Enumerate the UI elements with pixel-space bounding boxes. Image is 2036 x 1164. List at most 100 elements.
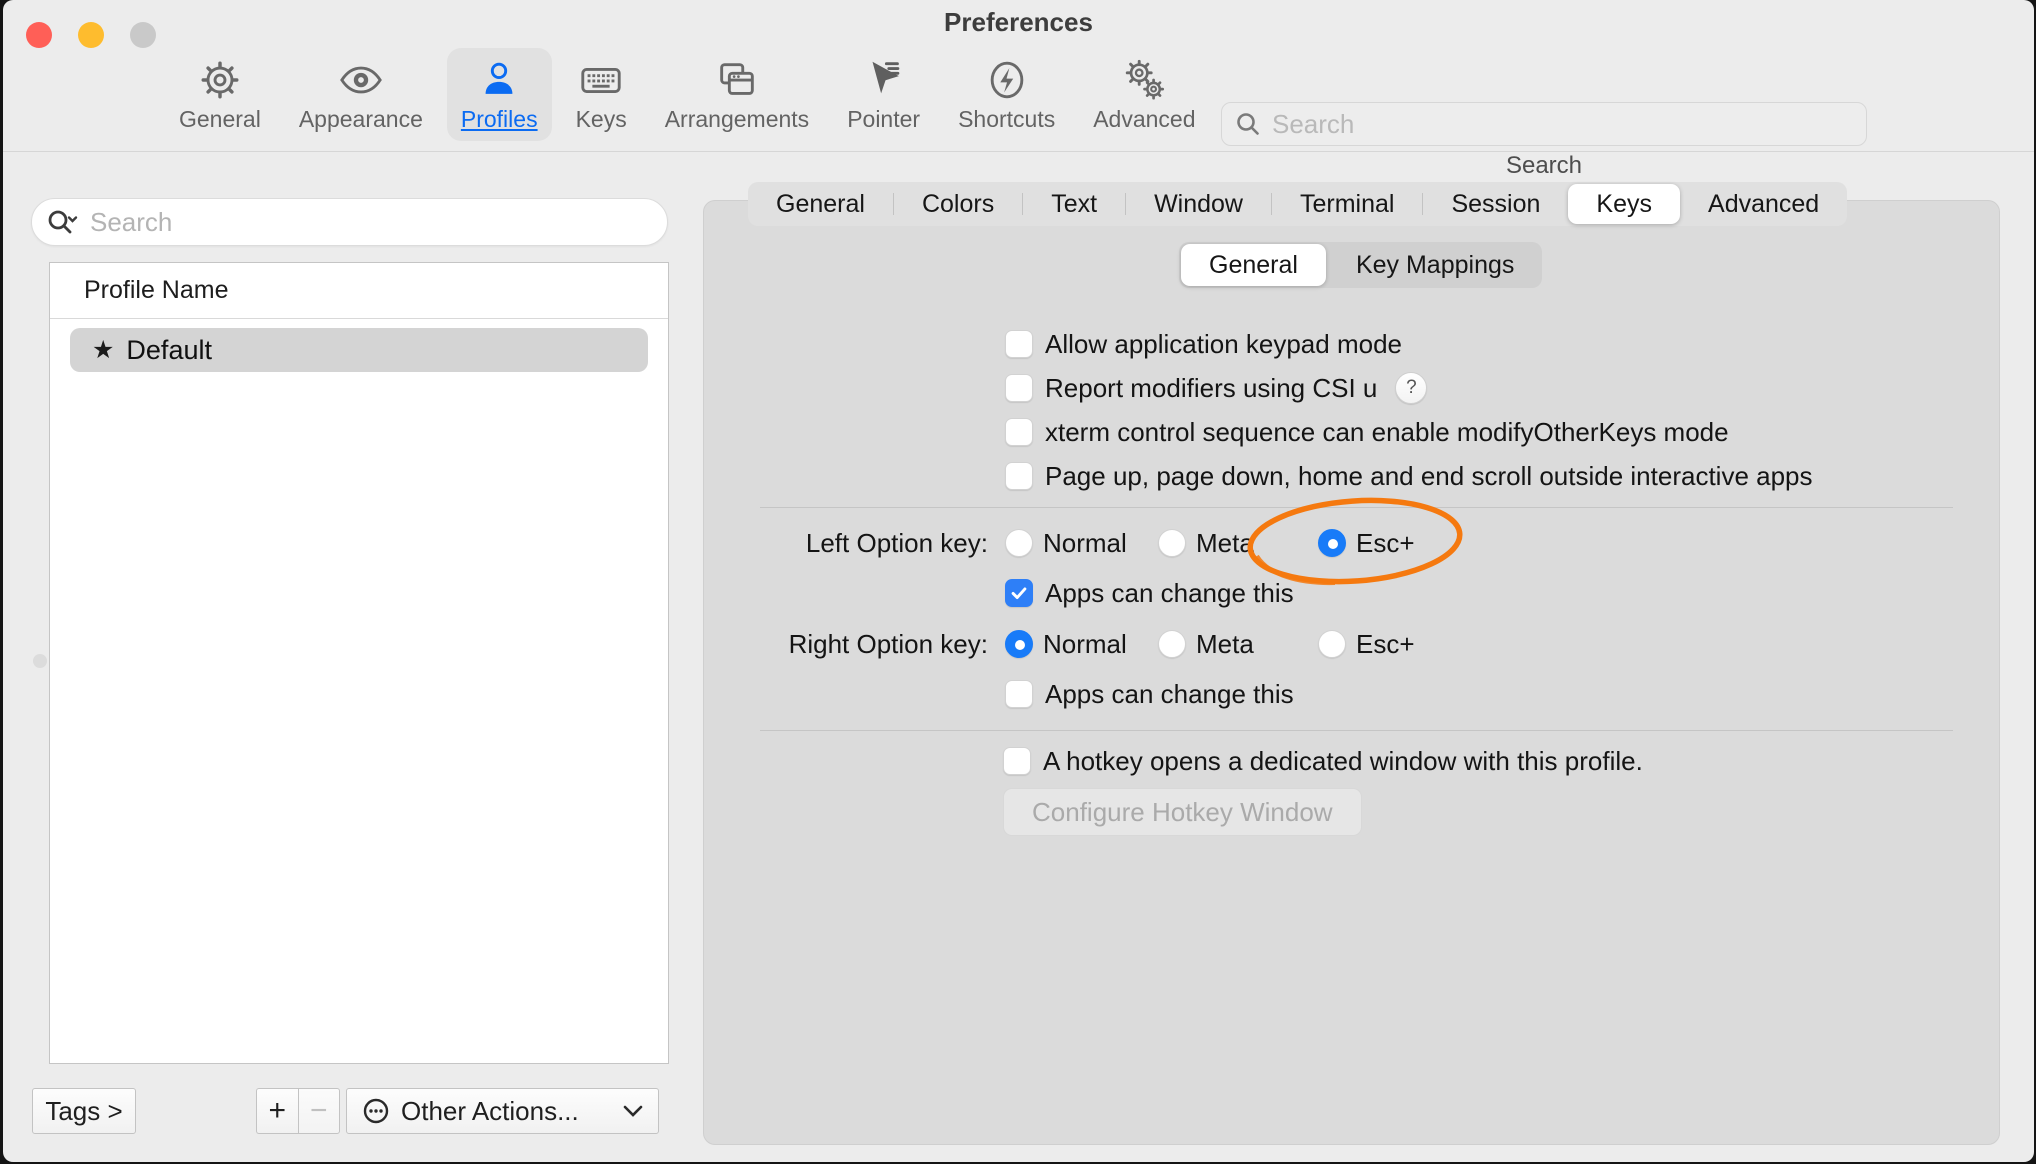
checkbox-label: A hotkey opens a dedicated window with t…	[1043, 746, 1643, 777]
cursor-icon	[860, 56, 908, 104]
toolbar-item-label: Keys	[576, 106, 627, 133]
checkbox-row: A hotkey opens a dedicated window with t…	[1003, 746, 1643, 776]
radio-label: Esc+	[1356, 528, 1415, 559]
radio-label: Normal	[1043, 629, 1127, 660]
checkbox-label: xterm control sequence can enable modify…	[1045, 417, 1729, 448]
remove-profile-button[interactable]: −	[298, 1088, 341, 1134]
tab-text[interactable]: Text	[1023, 182, 1125, 226]
toolbar-item-label: Profiles	[461, 106, 538, 133]
toolbar-item-shortcuts[interactable]: Shortcuts	[944, 48, 1069, 141]
checkbox-label: Apps can change this	[1045, 679, 1294, 710]
profile-tabbar: General Colors Text Window Terminal Sess…	[748, 182, 1847, 226]
right-option-normal-radio[interactable]	[1005, 630, 1033, 658]
page-scroll-checkbox[interactable]	[1005, 462, 1033, 490]
right-option-esc-radio[interactable]	[1318, 630, 1346, 658]
toolbar-item-advanced[interactable]: Advanced	[1079, 48, 1209, 141]
keys-subtabs: General Key Mappings	[1179, 242, 1542, 288]
left-option-label: Left Option key:	[728, 528, 988, 559]
star-icon: ★	[92, 338, 114, 363]
modify-other-keys-checkbox[interactable]	[1005, 418, 1033, 446]
tab-colors[interactable]: Colors	[894, 182, 1022, 226]
checkbox-label: Apps can change this	[1045, 578, 1294, 609]
radio-option: Normal	[1005, 629, 1127, 659]
checkbox-row: Allow application keypad mode	[1005, 329, 1402, 359]
right-apps-can-change-checkbox[interactable]	[1005, 680, 1033, 708]
toolbar-item-keys[interactable]: Keys	[562, 48, 641, 141]
keypad-mode-checkbox[interactable]	[1005, 330, 1033, 358]
person-icon	[475, 56, 523, 104]
gear-icon	[196, 56, 244, 104]
toolbar-item-appearance[interactable]: Appearance	[285, 48, 437, 141]
profile-row-default[interactable]: ★ Default	[70, 328, 648, 372]
add-profile-button[interactable]: +	[256, 1088, 298, 1134]
radio-option: Esc+	[1318, 629, 1415, 659]
radio-option: Meta	[1158, 629, 1254, 659]
radio-label: Meta	[1196, 528, 1254, 559]
left-apps-can-change-checkbox[interactable]	[1005, 579, 1033, 607]
toolbar-item-arrangements[interactable]: Arrangements	[651, 48, 823, 141]
windows-icon	[713, 56, 761, 104]
radio-label: Normal	[1043, 528, 1127, 559]
section-divider	[760, 730, 1953, 731]
toolbar-item-general[interactable]: General	[165, 48, 275, 141]
tab-terminal[interactable]: Terminal	[1272, 182, 1422, 226]
profile-list-header: Profile Name	[50, 263, 668, 319]
subtab-key-mappings[interactable]: Key Mappings	[1328, 242, 1542, 288]
configure-hotkey-window-button: Configure Hotkey Window	[1003, 788, 1362, 836]
radio-label: Meta	[1196, 629, 1254, 660]
gears-icon	[1120, 56, 1168, 104]
toolbar-item-profiles[interactable]: Profiles	[447, 48, 552, 141]
radio-option: Esc+	[1318, 528, 1415, 558]
radio-option: Meta	[1158, 528, 1254, 558]
left-option-meta-radio[interactable]	[1158, 529, 1186, 557]
toolbar-item-label: Arrangements	[665, 106, 809, 133]
tab-window[interactable]: Window	[1126, 182, 1271, 226]
subtab-general[interactable]: General	[1181, 244, 1326, 286]
chevron-down-icon	[622, 1104, 644, 1118]
ellipsis-circle-icon	[361, 1096, 391, 1126]
checkbox-row: xterm control sequence can enable modify…	[1005, 417, 1729, 447]
tab-keys[interactable]: Keys	[1568, 184, 1680, 224]
minus-icon: −	[310, 1094, 328, 1128]
tab-advanced[interactable]: Advanced	[1680, 182, 1847, 226]
profile-list: Profile Name ★ Default	[49, 262, 669, 1064]
left-option-esc-radio[interactable]	[1318, 529, 1346, 557]
lightning-icon	[983, 56, 1031, 104]
eye-icon	[337, 56, 385, 104]
left-option-normal-radio[interactable]	[1005, 529, 1033, 557]
toolbar-item-label: Appearance	[299, 106, 423, 133]
tab-general[interactable]: General	[748, 182, 893, 226]
tags-button-label: Tags >	[45, 1096, 122, 1127]
radio-label: Esc+	[1356, 629, 1415, 660]
profile-search-input[interactable]	[88, 206, 653, 239]
section-divider	[760, 507, 1953, 508]
plus-icon: +	[268, 1094, 286, 1128]
add-remove-group: + −	[256, 1088, 340, 1134]
search-icon	[1234, 110, 1262, 138]
toolbar-item-label: Pointer	[847, 106, 920, 133]
right-option-meta-radio[interactable]	[1158, 630, 1186, 658]
help-button[interactable]: ?	[1395, 372, 1427, 404]
keyboard-icon	[577, 56, 625, 104]
checkbox-row: Report modifiers using CSI u ?	[1005, 373, 1427, 403]
toolbar-search-input[interactable]	[1270, 108, 1854, 141]
right-option-label: Right Option key:	[728, 629, 988, 660]
toolbar-search-label: Search	[1221, 152, 1867, 180]
tab-session[interactable]: Session	[1423, 182, 1568, 226]
csi-u-checkbox[interactable]	[1005, 374, 1033, 402]
toolbar-item-label: General	[179, 106, 261, 133]
other-actions-dropdown[interactable]: Other Actions...	[346, 1088, 659, 1134]
hotkey-window-checkbox[interactable]	[1003, 747, 1031, 775]
checkbox-row: Apps can change this	[1005, 578, 1294, 608]
other-actions-label: Other Actions...	[401, 1096, 612, 1127]
tags-button[interactable]: Tags >	[32, 1088, 136, 1134]
toolbar-item-pointer[interactable]: Pointer	[833, 48, 934, 141]
toolbar-search-field[interactable]	[1221, 102, 1867, 146]
checkbox-row: Apps can change this	[1005, 679, 1294, 709]
profile-search-field[interactable]	[31, 198, 668, 246]
checkbox-label: Report modifiers using CSI u	[1045, 373, 1377, 404]
checkbox-label: Allow application keypad mode	[1045, 329, 1402, 360]
checkbox-label: Page up, page down, home and end scroll …	[1045, 461, 1813, 492]
drag-dot	[33, 654, 47, 668]
preferences-window: Preferences General Appearance	[3, 0, 2034, 1162]
